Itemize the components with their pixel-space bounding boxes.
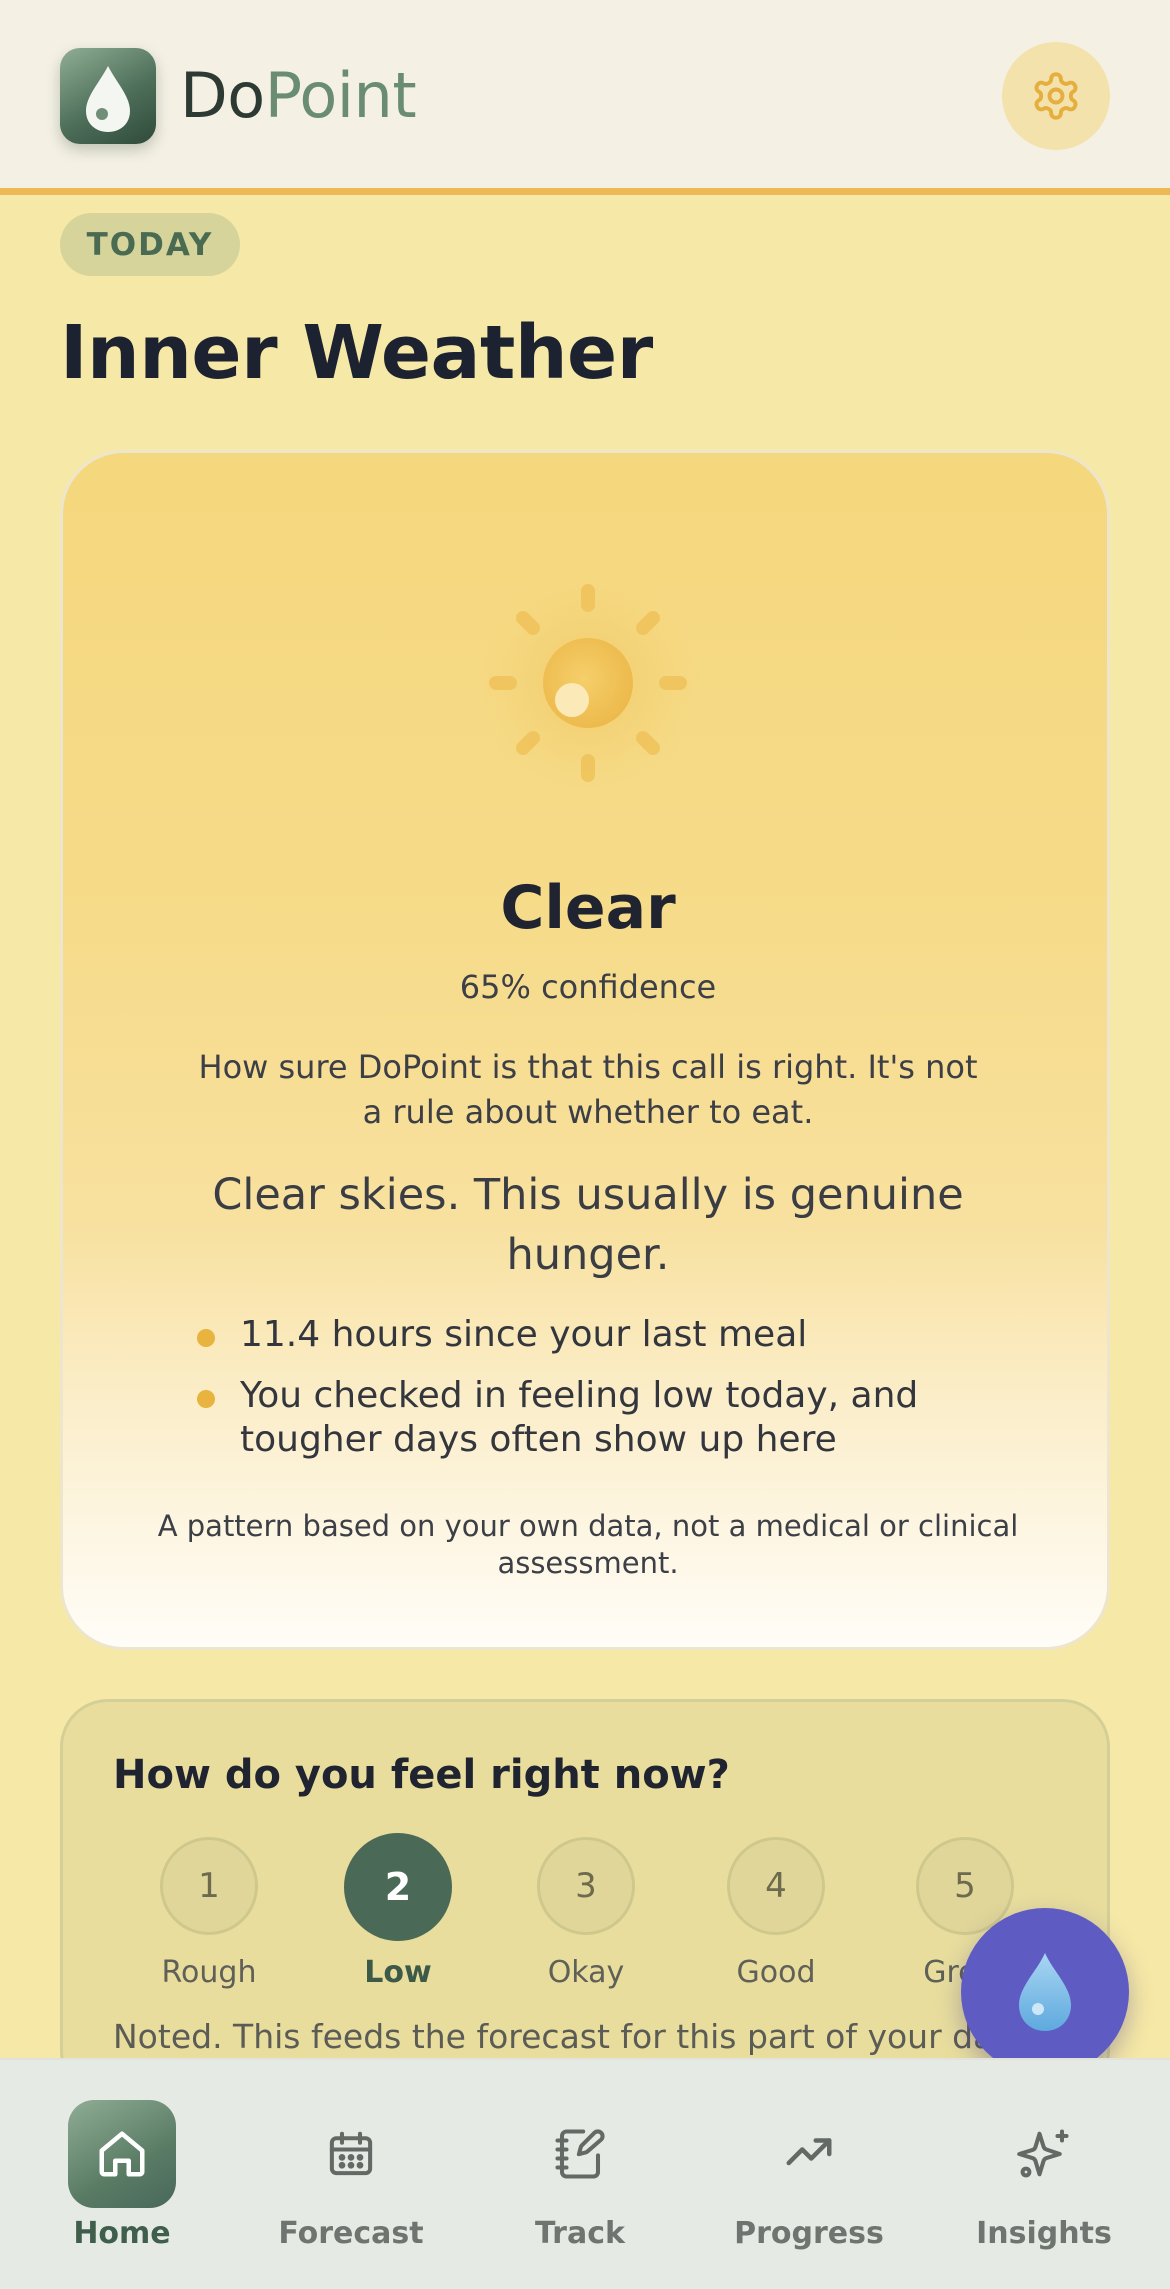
nav-label: Home xyxy=(73,2216,171,2251)
mood-feedback: Noted. This feeds the forecast for this … xyxy=(113,2017,1019,2056)
today-badge: TODAY xyxy=(60,213,240,276)
nav-item-progress[interactable]: Progress xyxy=(699,2100,919,2270)
weather-label: Clear xyxy=(500,873,676,943)
reason-text: You checked in feeling low today, and to… xyxy=(240,1375,919,1460)
settings-button[interactable] xyxy=(1002,42,1110,150)
nav-label: Forecast xyxy=(278,2216,424,2251)
droplet-icon xyxy=(86,66,130,132)
brand-part-do: Do xyxy=(180,59,265,132)
page-title: Inner Weather xyxy=(60,310,653,396)
bottom-nav: Home Forecast Track Progress Insights xyxy=(0,2058,1170,2289)
mood-option-2[interactable]: 2 Low xyxy=(318,1833,478,2007)
confidence-note: How sure DoPoint is that this call is ri… xyxy=(198,1048,978,1131)
quick-log-button[interactable] xyxy=(961,1908,1129,2076)
nav-item-insights[interactable]: Insights xyxy=(934,2100,1154,2270)
nav-item-home[interactable]: Home xyxy=(12,2100,232,2270)
mood-label: Okay xyxy=(547,1955,625,1990)
mood-question: How do you feel right now? xyxy=(113,1752,730,1798)
home-icon xyxy=(68,2100,176,2208)
disclaimer-text: A pattern based on your own data, not a … xyxy=(157,1509,1019,1580)
bullet-dot xyxy=(197,1329,215,1347)
mood-option-3[interactable]: 3 Okay xyxy=(506,1837,666,2007)
calendar-icon xyxy=(297,2100,405,2208)
mood-value: 2 xyxy=(344,1833,452,1941)
brand-part-point: Point xyxy=(264,59,417,132)
weather-summary: Clear skies. This usually is genuine hun… xyxy=(212,1170,964,1280)
mood-label: Low xyxy=(364,1955,432,1990)
list-item: 11.4 hours since your last meal xyxy=(135,1313,1035,1357)
nav-item-forecast[interactable]: Forecast xyxy=(241,2100,461,2270)
app-logo xyxy=(60,48,156,144)
inner-weather-card: Clear 65% confidence How sure DoPoint is… xyxy=(60,450,1110,1650)
app-header: DoPoint xyxy=(0,0,1170,195)
mood-value: 1 xyxy=(160,1837,258,1935)
trend-up-icon xyxy=(755,2100,863,2208)
list-item: You checked in feeling low today, and to… xyxy=(135,1374,1035,1462)
reason-list: 11.4 hours since your last meal You chec… xyxy=(135,1313,1035,1479)
sparkles-icon xyxy=(990,2100,1098,2208)
nav-label: Track xyxy=(535,2216,625,2251)
mood-label: Good xyxy=(736,1955,816,1990)
app-name: DoPoint xyxy=(180,56,417,136)
confidence-text: 65% confidence xyxy=(459,968,717,1006)
mood-value: 3 xyxy=(537,1837,635,1935)
droplet-icon xyxy=(1019,1953,1071,2031)
nav-label: Progress xyxy=(734,2216,884,2251)
mood-label: Rough xyxy=(161,1955,257,1990)
mood-option-1[interactable]: 1 Rough xyxy=(129,1837,289,2007)
mood-value: 4 xyxy=(727,1837,825,1935)
bullet-dot xyxy=(197,1390,215,1408)
gear-icon xyxy=(1034,72,1078,120)
mood-checkin-card: How do you feel right now? 1 Rough 2 Low… xyxy=(60,1699,1110,2099)
notebook-pen-icon xyxy=(526,2100,634,2208)
mood-option-4[interactable]: 4 Good xyxy=(696,1837,856,2007)
sun-icon xyxy=(468,563,708,803)
nav-label: Insights xyxy=(976,2216,1112,2251)
reason-text: 11.4 hours since your last meal xyxy=(240,1314,808,1355)
nav-item-track[interactable]: Track xyxy=(470,2100,690,2270)
